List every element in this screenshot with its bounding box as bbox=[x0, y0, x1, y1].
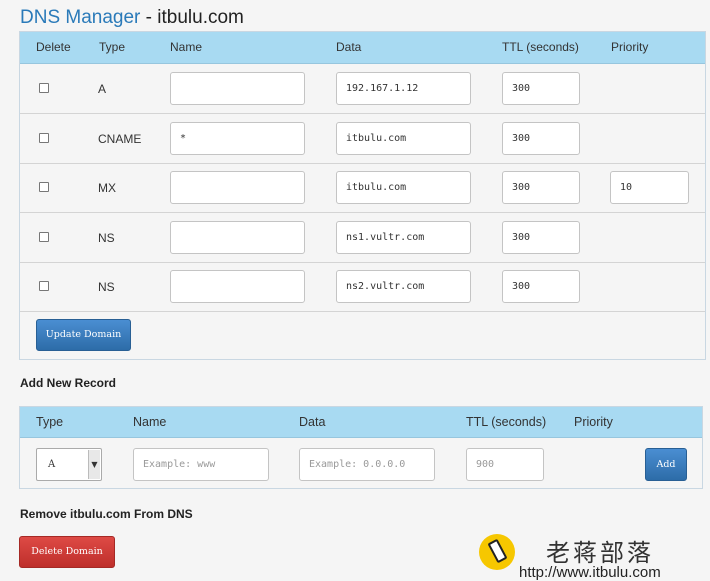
col-header-delete: Delete bbox=[36, 40, 71, 54]
page-title: DNS Manager - itbulu.com bbox=[20, 6, 244, 30]
add-record-panel: Type Name Data TTL (seconds) Priority A … bbox=[19, 406, 703, 489]
watermark-url: http://www.itbulu.com bbox=[519, 564, 661, 581]
record-ttl-input[interactable]: 300 bbox=[502, 122, 580, 155]
record-row: CNAME * itbulu.com 300 bbox=[20, 114, 705, 164]
add-col-header-data: Data bbox=[299, 415, 326, 429]
delete-checkbox[interactable] bbox=[39, 133, 49, 143]
record-type-selected: A bbox=[48, 459, 56, 470]
delete-checkbox[interactable] bbox=[39, 182, 49, 192]
watermark-title: 老蒋部落 bbox=[546, 539, 654, 567]
record-name-input[interactable] bbox=[170, 171, 305, 204]
record-ttl-input[interactable]: 300 bbox=[502, 171, 580, 204]
record-row: A 192.167.1.12 300 bbox=[20, 64, 705, 114]
record-name-input[interactable] bbox=[170, 221, 305, 254]
delete-checkbox[interactable] bbox=[39, 83, 49, 93]
add-record-button[interactable]: Add bbox=[645, 448, 687, 481]
record-ttl-input[interactable]: 300 bbox=[502, 221, 580, 254]
record-name-input[interactable] bbox=[170, 270, 305, 303]
records-panel: Delete Type Name Data TTL (seconds) Prio… bbox=[19, 31, 706, 360]
record-data-input[interactable]: ns1.vultr.com bbox=[336, 221, 471, 254]
record-name-input[interactable]: * bbox=[170, 122, 305, 155]
col-header-data: Data bbox=[336, 40, 362, 54]
remove-domain-title: Remove itbulu.com From DNS bbox=[20, 507, 193, 521]
record-type: NS bbox=[98, 231, 115, 245]
pencil-logo-icon bbox=[479, 534, 515, 570]
record-type-select[interactable]: A ▼ bbox=[36, 448, 102, 481]
add-col-header-name: Name bbox=[133, 415, 167, 429]
new-record-name-input[interactable]: Example: www bbox=[133, 448, 269, 481]
record-data-input[interactable]: ns2.vultr.com bbox=[336, 270, 471, 303]
record-type: A bbox=[98, 82, 107, 96]
record-ttl-input[interactable]: 300 bbox=[502, 72, 580, 105]
add-record-title: Add New Record bbox=[20, 376, 117, 390]
add-col-header-ttl: TTL (seconds) bbox=[466, 415, 547, 429]
record-priority-input[interactable]: 10 bbox=[610, 171, 689, 204]
delete-checkbox[interactable] bbox=[39, 281, 49, 291]
record-name-input[interactable] bbox=[170, 72, 305, 105]
record-row: NS ns1.vultr.com 300 bbox=[20, 213, 705, 263]
page-title-app: DNS Manager bbox=[20, 7, 141, 28]
records-table-header: Delete Type Name Data TTL (seconds) Prio… bbox=[20, 32, 705, 64]
col-header-name: Name bbox=[170, 40, 203, 54]
record-type: MX bbox=[98, 181, 116, 195]
site-watermark: 老蒋部落 http://www.itbulu.com bbox=[479, 530, 707, 581]
record-row: MX itbulu.com 300 10 bbox=[20, 163, 705, 213]
record-type: CNAME bbox=[98, 132, 142, 146]
new-record-ttl-input[interactable]: 900 bbox=[466, 448, 544, 481]
page-title-domain: - itbulu.com bbox=[140, 7, 244, 28]
chevron-down-icon[interactable]: ▼ bbox=[88, 450, 100, 479]
record-type: NS bbox=[98, 280, 115, 294]
add-col-header-priority: Priority bbox=[574, 415, 613, 429]
new-record-data-input[interactable]: Example: 0.0.0.0 bbox=[299, 448, 435, 481]
delete-checkbox[interactable] bbox=[39, 232, 49, 242]
col-header-type: Type bbox=[99, 40, 126, 54]
col-header-priority: Priority bbox=[611, 40, 649, 54]
record-row: NS ns2.vultr.com 300 bbox=[20, 262, 705, 312]
record-data-input[interactable]: itbulu.com bbox=[336, 122, 471, 155]
record-data-input[interactable]: itbulu.com bbox=[336, 171, 471, 204]
add-record-header: Type Name Data TTL (seconds) Priority bbox=[20, 407, 702, 438]
record-data-input[interactable]: 192.167.1.12 bbox=[336, 72, 471, 105]
col-header-ttl: TTL (seconds) bbox=[502, 40, 579, 54]
add-col-header-type: Type bbox=[36, 415, 64, 429]
delete-domain-button[interactable]: Delete Domain bbox=[19, 536, 115, 568]
update-domain-button[interactable]: Update Domain bbox=[36, 319, 131, 351]
record-ttl-input[interactable]: 300 bbox=[502, 270, 580, 303]
